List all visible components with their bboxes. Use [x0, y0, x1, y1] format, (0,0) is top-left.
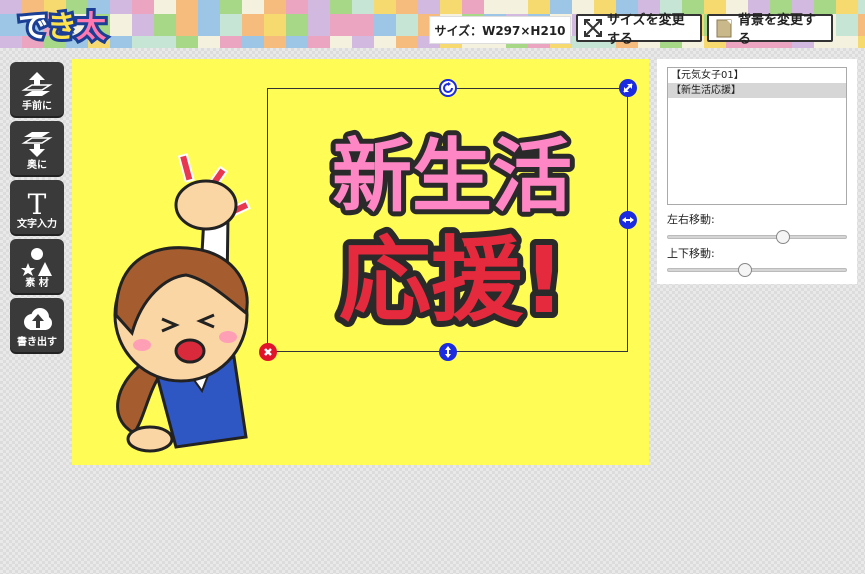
header-tile [242, 0, 264, 14]
header-tile [374, 14, 396, 36]
header-tile [198, 14, 220, 36]
bring-front-button[interactable]: 手前に [10, 62, 64, 116]
material-button[interactable]: 素 材 [10, 239, 64, 293]
layer-item-selected[interactable]: 【新生活応援】 [668, 83, 846, 98]
header-tile [330, 14, 352, 36]
app-header: で き 太 サイズ：W297×H210 サイズを変更する 背景を変更する [0, 0, 865, 48]
stretch-horizontal-handle-icon[interactable] [619, 211, 637, 229]
header-tile [220, 0, 242, 14]
header-tile [220, 36, 242, 48]
vertical-slider-knob[interactable] [737, 263, 752, 277]
horizontal-slider-knob[interactable] [775, 230, 790, 244]
header-tile [330, 0, 352, 14]
header-tile [418, 0, 440, 14]
header-tile [550, 0, 572, 14]
text-t-icon: T [28, 188, 47, 218]
cloud-upload-icon [24, 308, 52, 330]
svg-text:で: で [18, 10, 48, 44]
header-tile [858, 14, 865, 36]
shapes-icon [21, 248, 52, 276]
size-display: サイズ：W297×H210 [429, 16, 571, 44]
send-back-label: 奥に [27, 160, 47, 171]
header-tile [396, 14, 418, 36]
header-tile [484, 0, 506, 14]
header-tile [396, 0, 418, 14]
horizontal-move-label: 左右移動: [667, 213, 715, 226]
change-size-label: サイズを変更する [607, 13, 685, 47]
header-tile [264, 14, 286, 36]
header-tile [176, 14, 198, 36]
header-tile [374, 0, 396, 14]
header-tile [330, 36, 352, 48]
export-button[interactable]: 書き出す [10, 298, 64, 352]
header-tile [704, 0, 726, 14]
header-tile [462, 0, 484, 14]
header-tile [242, 36, 264, 48]
bring-front-icon [21, 72, 53, 96]
vertical-move-label: 上下移動: [667, 247, 715, 260]
header-tile [132, 36, 154, 48]
header-tile [242, 14, 264, 36]
vertical-move-slider[interactable] [667, 263, 847, 277]
header-tile [220, 14, 242, 36]
header-tile [132, 0, 154, 14]
svg-text:き: き [47, 10, 77, 44]
header-tile [506, 0, 528, 14]
girl-illustration[interactable] [86, 147, 286, 467]
svg-text:太: 太 [76, 10, 107, 44]
header-tile [572, 0, 594, 14]
header-tile [198, 0, 220, 14]
header-tile [858, 36, 865, 48]
header-tile [308, 14, 330, 36]
header-tile [858, 0, 865, 14]
properties-panel: 【元気女子01】 【新生活応援】 左右移動: 上下移動: [657, 59, 857, 284]
change-background-button[interactable]: 背景を変更する [707, 13, 833, 47]
scale-handle-icon[interactable] [619, 79, 637, 97]
header-tile [154, 14, 176, 36]
rotate-handle-icon[interactable] [439, 79, 457, 97]
export-label: 書き出す [17, 337, 57, 348]
send-back-button[interactable]: 奥に [10, 121, 64, 175]
header-tile [286, 14, 308, 36]
header-tile [264, 0, 286, 14]
text-input-label: 文字入力 [17, 219, 57, 230]
header-tile [308, 36, 330, 48]
header-tile [396, 36, 418, 48]
header-tile [352, 0, 374, 14]
header-tile [352, 14, 374, 36]
header-tile [836, 36, 858, 48]
horizontal-move-slider[interactable] [667, 230, 847, 244]
header-tile [154, 36, 176, 48]
change-background-label: 背景を変更する [738, 13, 817, 47]
header-tile [528, 0, 550, 14]
header-tile [352, 36, 374, 48]
delete-handle-icon[interactable] [259, 343, 277, 361]
stretch-vertical-handle-icon[interactable] [439, 343, 457, 361]
header-tile [154, 0, 176, 14]
header-tile [440, 0, 462, 14]
header-tile [836, 0, 858, 14]
bring-front-label: 手前に [22, 101, 52, 112]
resize-arrows-icon [582, 17, 604, 39]
text-input-button[interactable]: T 文字入力 [10, 180, 64, 234]
header-tile [198, 36, 220, 48]
layer-item[interactable]: 【元気女子01】 [668, 68, 846, 83]
header-tile [286, 36, 308, 48]
background-paper-icon [713, 17, 735, 39]
change-size-button[interactable]: サイズを変更する [576, 13, 702, 47]
header-tile [286, 0, 308, 14]
header-tile [176, 36, 198, 48]
selection-box[interactable] [267, 88, 628, 352]
header-tile [176, 0, 198, 14]
header-tile [264, 36, 286, 48]
header-tile [308, 0, 330, 14]
header-tile [132, 14, 154, 36]
header-tile [836, 14, 858, 36]
layer-list[interactable]: 【元気女子01】 【新生活応援】 [667, 67, 847, 205]
dekita-logo[interactable]: で き 太 [14, 4, 114, 44]
svg-text:T: T [28, 188, 47, 218]
send-back-icon [21, 132, 53, 157]
material-label: 素 材 [25, 278, 49, 289]
header-tile [374, 36, 396, 48]
